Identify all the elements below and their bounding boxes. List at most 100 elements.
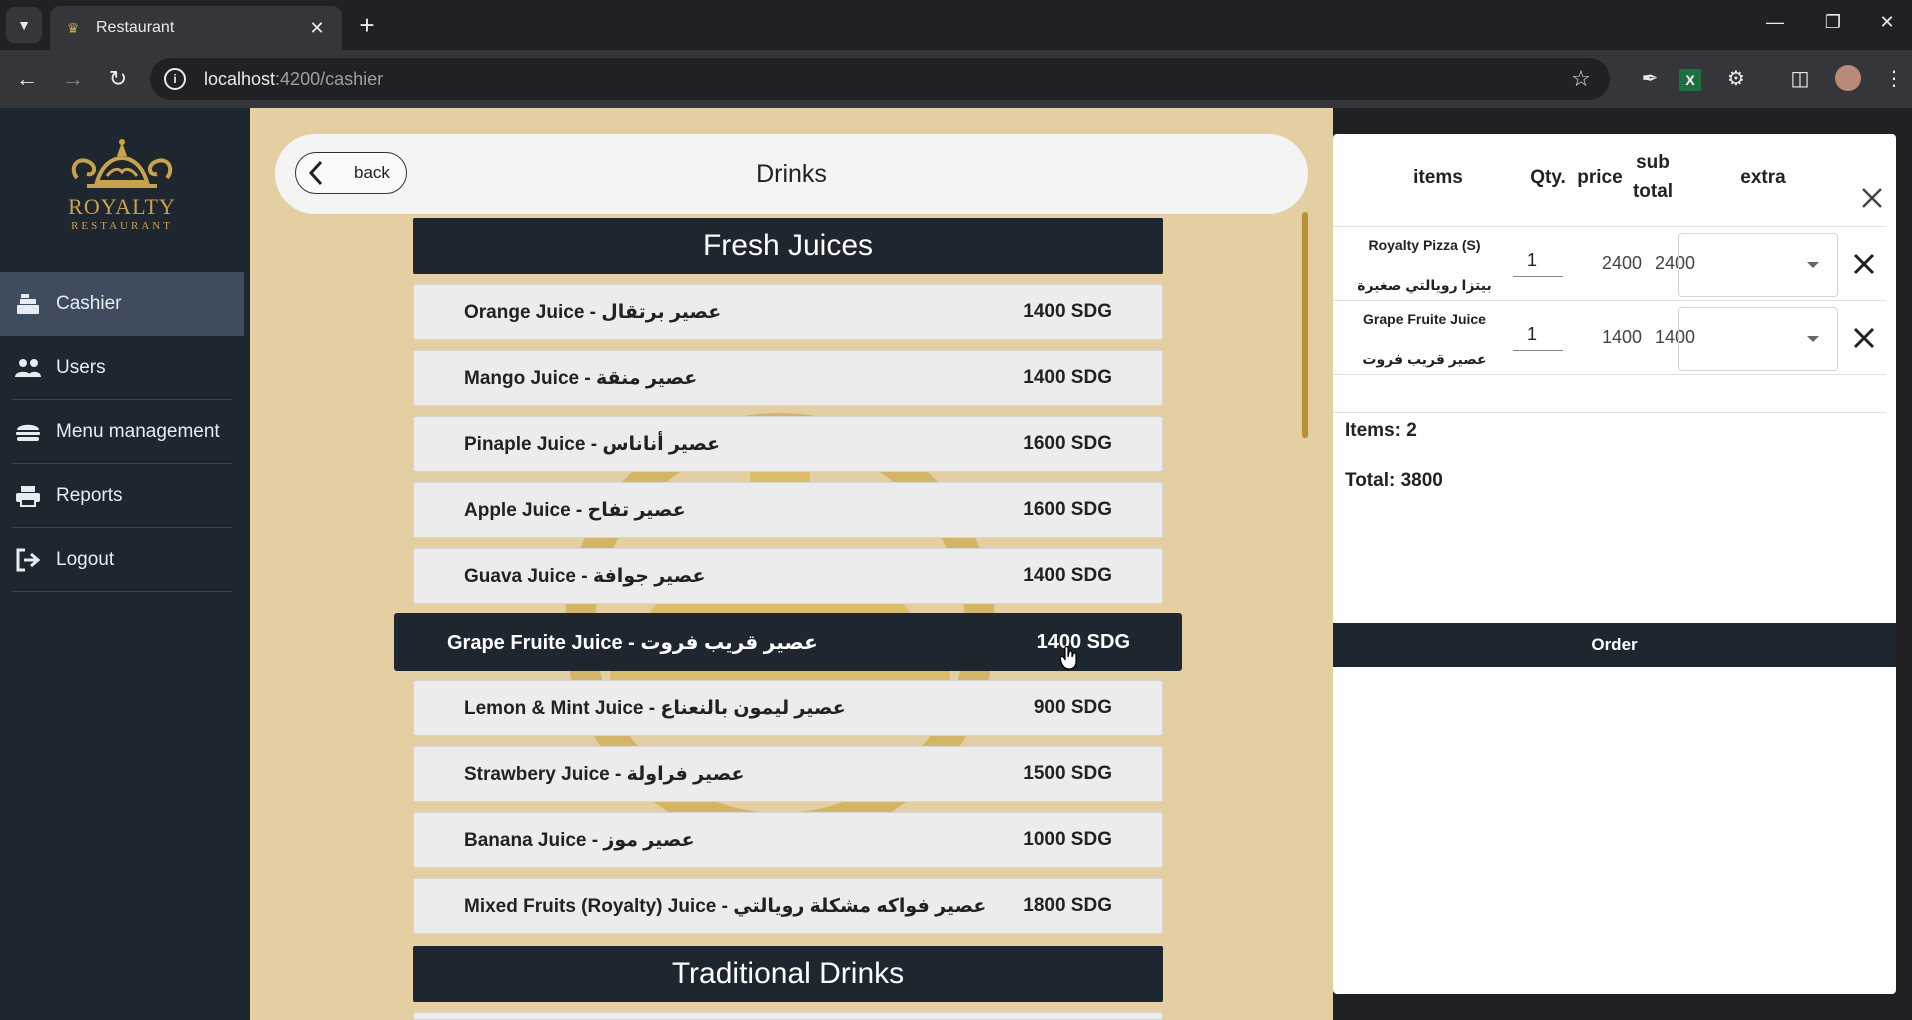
tab-search-dropdown[interactable]: ▼ xyxy=(6,7,42,43)
menu-item-name: Strawbery Juice - عصير فراولة xyxy=(464,763,745,785)
menu-item-name: Mango Juice - عصير منقة xyxy=(464,367,698,389)
dropdown-arrow-icon xyxy=(1807,262,1819,268)
extra-select[interactable] xyxy=(1678,233,1838,297)
burger-icon xyxy=(14,420,42,444)
reload-button[interactable]: ↻ xyxy=(103,64,133,94)
dropdown-arrow-icon xyxy=(1807,336,1819,342)
sidebar-item-label: Logout xyxy=(56,548,115,570)
menu-item-name: Orange Juice - عصير برتقال xyxy=(464,301,722,323)
close-window-button[interactable]: ✕ xyxy=(1872,12,1902,33)
site-info-icon[interactable]: i xyxy=(164,68,186,90)
extensions-puzzle-icon[interactable]: ⚙ xyxy=(1722,64,1750,92)
menu-item[interactable] xyxy=(413,1012,1163,1020)
cash-register-icon xyxy=(14,292,42,316)
sidebar-item-label: Menu management xyxy=(56,420,220,442)
crown-favicon-icon: ♛ xyxy=(66,19,80,36)
order-row: Grape Fruite Juice عصير قريب فروت 1400 1… xyxy=(1333,300,1886,374)
order-panel: items Qty. price sub total extra Royalty… xyxy=(1333,134,1896,994)
sidebar-item-menu-management[interactable]: Menu management xyxy=(12,400,232,464)
sidebar-item-label: Cashier xyxy=(56,293,122,314)
main-content: Drinks back Fresh Juices Orange Juice - … xyxy=(250,108,1333,1020)
menu-item-price: 1800 SDG xyxy=(1023,895,1112,916)
browser-tabbar: ▼ ♛ Restaurant ✕ + — ❐ ✕ xyxy=(0,0,1912,50)
sidebar-item-cashier[interactable]: Cashier xyxy=(0,272,244,336)
quantity-input[interactable] xyxy=(1513,319,1563,351)
sidebar-nav: Cashier Users Menu management Reports Lo… xyxy=(0,272,244,592)
bookmark-star-icon[interactable]: ☆ xyxy=(1566,66,1596,92)
category-header: Drinks back xyxy=(275,134,1308,214)
back-button[interactable]: back xyxy=(295,152,407,194)
section-header-fresh-juices: Fresh Juices xyxy=(413,218,1163,274)
address-bar[interactable]: i localhost:4200/cashier ☆ xyxy=(150,58,1610,100)
col-items: items xyxy=(1413,167,1463,188)
menu-item[interactable]: Guava Juice - عصير جوافة 1400 SDG xyxy=(413,548,1163,604)
menu-item[interactable]: Mango Juice - عصير منقة 1400 SDG xyxy=(413,350,1163,406)
side-panel-icon[interactable]: ◫ xyxy=(1786,64,1814,92)
extension-pen-icon[interactable]: ✒ xyxy=(1636,64,1664,92)
users-icon xyxy=(14,356,42,380)
crown-logo-icon xyxy=(71,139,173,188)
menu-item-price: 900 SDG xyxy=(1033,697,1112,718)
browser-tab[interactable]: ♛ Restaurant ✕ xyxy=(50,6,342,50)
menu-item-name: Pinaple Juice - عصير أناناس xyxy=(464,433,721,455)
browser-menu-icon[interactable]: ⋮ xyxy=(1880,64,1908,92)
url-text: localhost:4200/cashier xyxy=(204,68,384,89)
menu-scrollbar[interactable] xyxy=(1302,212,1308,438)
menu-item-name: Mixed Fruits (Royalty) Juice - عصير فواك… xyxy=(464,895,987,917)
menu-item-hovered[interactable]: Grape Fruite Juice - عصير قريب فروت 1400… xyxy=(394,613,1182,671)
menu-item[interactable]: Banana Juice - عصير موز 1000 SDG xyxy=(413,812,1163,868)
menu-item[interactable]: Strawbery Juice - عصير فراولة 1500 SDG xyxy=(413,746,1163,802)
minimize-button[interactable]: — xyxy=(1760,12,1790,33)
order-item-name-en: Grape Fruite Juice xyxy=(1363,311,1486,327)
section-header-traditional-drinks: Traditional Drinks xyxy=(413,946,1163,1002)
order-item-name-en: Royalty Pizza (S) xyxy=(1368,237,1481,253)
menu-item-name: Apple Juice - عصير تفاح xyxy=(464,499,686,521)
remove-item-icon[interactable] xyxy=(1851,251,1877,277)
new-tab-button[interactable]: + xyxy=(352,10,382,40)
tab-close-icon[interactable]: ✕ xyxy=(306,18,328,39)
menu-item-price: 1400 SDG xyxy=(1023,301,1112,322)
sidebar-item-users[interactable]: Users xyxy=(12,336,232,400)
menu-item-price: 1600 SDG xyxy=(1023,499,1112,520)
logout-icon xyxy=(14,548,42,572)
menu-item-name: Lemon & Mint Juice - عصير ليمون بالنعناع xyxy=(464,697,846,719)
order-total: Total: 3800 xyxy=(1345,470,1443,491)
menu-item[interactable]: Lemon & Mint Juice - عصير ليمون بالنعناع… xyxy=(413,680,1163,736)
divider xyxy=(1333,374,1886,375)
col-qty: Qty. xyxy=(1530,167,1566,188)
items-count: Items: 2 xyxy=(1345,420,1417,441)
order-item-name: Grape Fruite Juice عصير قريب فروت xyxy=(1333,309,1516,369)
order-item-name: Royalty Pizza (S) بيتزا رويالتي صغيرة xyxy=(1333,235,1516,295)
sidebar-item-logout[interactable]: Logout xyxy=(12,528,232,592)
close-order-icon[interactable] xyxy=(1858,184,1886,212)
order-item-price: 1400 xyxy=(1601,327,1643,347)
quantity-input[interactable] xyxy=(1513,245,1563,277)
order-item-price: 2400 xyxy=(1601,253,1643,273)
menu-item-price: 1400 SDG xyxy=(1036,630,1130,653)
page-title: Drinks xyxy=(756,160,827,188)
menu-item[interactable]: Pinaple Juice - عصير أناناس 1600 SDG xyxy=(413,416,1163,472)
order-item-name-ar: عصير قريب فروت xyxy=(1362,351,1487,367)
col-extra: extra xyxy=(1740,167,1786,188)
forward-nav-button[interactable]: → xyxy=(58,64,88,94)
order-button[interactable]: Order xyxy=(1333,623,1896,667)
menu-item[interactable]: Apple Juice - عصير تفاح 1600 SDG xyxy=(413,482,1163,538)
restore-button[interactable]: ❐ xyxy=(1818,12,1848,33)
menu-item-name: Guava Juice - عصير جوافة xyxy=(464,565,706,587)
menu-item-price: 1000 SDG xyxy=(1023,829,1112,850)
sidebar-item-reports[interactable]: Reports xyxy=(12,464,232,528)
menu-item-name: Banana Juice - عصير موز xyxy=(464,829,695,851)
sidebar-item-label: Reports xyxy=(56,484,123,506)
back-nav-button[interactable]: ← xyxy=(12,64,42,94)
royalty-logo: ROYALTY RESTAURANT xyxy=(52,138,192,238)
logo-name: ROYALTY xyxy=(68,194,176,219)
menu-item-price: 1400 SDG xyxy=(1023,367,1112,388)
remove-item-icon[interactable] xyxy=(1851,325,1877,351)
menu-item[interactable]: Orange Juice - عصير برتقال 1400 SDG xyxy=(413,284,1163,340)
profile-avatar[interactable] xyxy=(1834,64,1862,92)
menu-item[interactable]: Mixed Fruits (Royalty) Juice - عصير فواك… xyxy=(413,878,1163,934)
menu-item-price: 1400 SDG xyxy=(1023,565,1112,586)
extra-select[interactable] xyxy=(1678,307,1838,371)
tab-title: Restaurant xyxy=(96,19,175,36)
extension-excel-icon[interactable]: X xyxy=(1676,66,1704,94)
